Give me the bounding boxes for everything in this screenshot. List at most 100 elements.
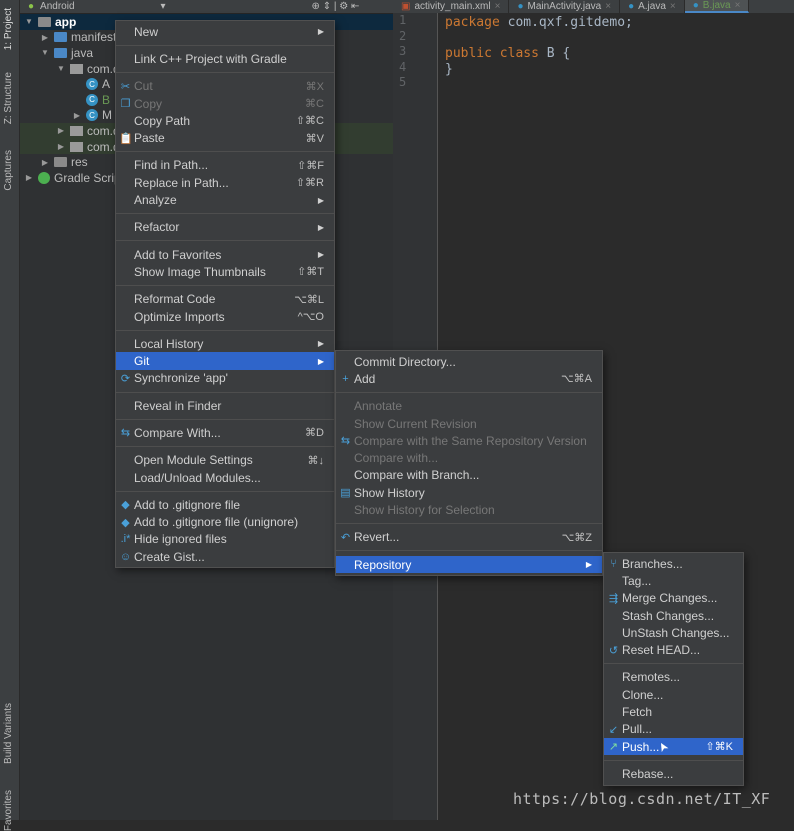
menu-item-replace-in-path[interactable]: Replace in Path... ⇧⌘R: [116, 174, 334, 191]
menu-item-stash-changes[interactable]: Stash Changes...: [604, 607, 743, 624]
collapsed-arrow-icon[interactable]: ▶: [40, 158, 50, 167]
menu-item-annotate[interactable]: Annotate: [336, 398, 602, 415]
menu-item-reset-head[interactable]: ↺ Reset HEAD...: [604, 641, 743, 658]
menu-item-link-c-project-with-gradle[interactable]: Link C++ Project with Gradle: [116, 50, 334, 67]
expanded-arrow-icon[interactable]: ▼: [56, 64, 66, 73]
folder-icon: [54, 32, 67, 43]
menu-item-clone[interactable]: Clone...: [604, 686, 743, 703]
hide-ignored-files-icon: .i*: [120, 533, 131, 546]
menu-item-rebase[interactable]: Rebase...: [604, 765, 743, 782]
menu-item-copy-path[interactable]: Copy Path ⇧⌘C: [116, 112, 334, 129]
tab-favorites[interactable]: Favorites: [3, 790, 14, 831]
menu-item-synchronize-app[interactable]: ⟳ Synchronize 'app': [116, 370, 334, 387]
menu-item-analyze[interactable]: Analyze ▶: [116, 191, 334, 208]
tool-window-strip: 1: Project Z: Structure Captures Build V…: [0, 0, 20, 831]
menu-item-label: Optimize Imports: [134, 309, 225, 324]
project-view-label: Android: [40, 1, 75, 12]
submenu-arrow-icon: ▶: [317, 27, 324, 37]
menu-item-tag[interactable]: Tag...: [604, 572, 743, 589]
menu-item-add-to-favorites[interactable]: Add to Favorites ▶: [116, 246, 334, 263]
menu-item-copy[interactable]: ❐ Copy ⌘C: [116, 95, 334, 112]
line-number: 1: [399, 13, 407, 27]
menu-item-label: Fetch: [622, 705, 653, 720]
menu-item-add-to-gitignore-file-unignore[interactable]: ◆ Add to .gitignore file (unignore): [116, 514, 334, 531]
shortcut: ⇧⌘F: [297, 159, 324, 172]
menu-item-open-module-settings[interactable]: Open Module Settings ⌘↓: [116, 452, 334, 469]
expanded-arrow-icon[interactable]: ▼: [40, 48, 50, 57]
menu-separator: [116, 414, 334, 424]
menu-item-fetch[interactable]: Fetch: [604, 703, 743, 720]
tab-build-variants[interactable]: Build Variants: [3, 703, 14, 764]
menu-item-label: Annotate: [354, 399, 403, 414]
tree-item-label: B: [102, 92, 111, 107]
show-history-icon: ▤: [340, 487, 351, 500]
class-icon: ●: [692, 0, 699, 11]
collapsed-arrow-icon[interactable]: ▶: [56, 126, 66, 135]
menu-item-push[interactable]: ↗ Push... ⇧⌘K: [604, 737, 743, 756]
menu-separator: [336, 388, 602, 398]
menu-item-show-current-revision[interactable]: Show Current Revision: [336, 415, 602, 432]
menu-item-label: Copy Path: [134, 113, 191, 128]
editor-tab[interactable]: ● A.java ×: [620, 0, 685, 13]
editor-tab[interactable]: ● B.java ×: [684, 0, 750, 13]
editor-tab[interactable]: ● MainActivity.java ×: [509, 0, 621, 13]
code-area[interactable]: package com.qxf.gitdemo; public class B …: [445, 15, 633, 77]
menu-item-label: Compare with...: [354, 451, 439, 466]
menu-item-compare-with-branch[interactable]: Compare with Branch...: [336, 467, 602, 484]
menu-item-hide-ignored-files[interactable]: .i* Hide ignored files: [116, 531, 334, 548]
menu-item-compare-with[interactable]: ⇆ Compare With... ⌘D: [116, 424, 334, 441]
editor-tab[interactable]: ▣ activity_main.xml ×: [393, 0, 510, 13]
menu-item-show-image-thumbnails[interactable]: Show Image Thumbnails ⇧⌘T: [116, 263, 334, 280]
menu-item-pull[interactable]: ↙ Pull...: [604, 721, 743, 738]
shortcut: ⇧⌘T: [297, 266, 324, 279]
submenu-arrow-icon: ▶: [317, 356, 324, 366]
close-icon[interactable]: ×: [670, 1, 676, 12]
menu-item-repository[interactable]: Repository ▶: [336, 555, 602, 574]
close-icon[interactable]: ×: [495, 1, 501, 12]
menu-item-git[interactable]: Git ▶: [116, 352, 334, 370]
menu-item-cut[interactable]: ✂ Cut ⌘X: [116, 78, 334, 95]
menu-item-refactor[interactable]: Refactor ▶: [116, 219, 334, 236]
menu-item-add[interactable]: + Add ⌥⌘A: [336, 370, 602, 387]
panel-settings-icon[interactable]: ⊕ ⇕ | ⚙ ⇤: [312, 1, 360, 12]
code-token: com.qxf.gitdemo;: [499, 15, 633, 30]
collapsed-arrow-icon[interactable]: ▶: [24, 173, 34, 182]
menu-item-paste[interactable]: 📋 Paste ⌘V: [116, 129, 334, 146]
menu-item-add-to-gitignore-file[interactable]: ◆ Add to .gitignore file: [116, 496, 334, 513]
tab-captures[interactable]: Captures: [3, 150, 14, 191]
menu-item-show-history[interactable]: ▤ Show History: [336, 484, 602, 501]
close-icon[interactable]: ×: [605, 1, 611, 12]
menu-item-unstash-changes[interactable]: UnStash Changes...: [604, 624, 743, 641]
menu-item-find-in-path[interactable]: Find in Path... ⇧⌘F: [116, 157, 334, 174]
collapsed-arrow-icon[interactable]: ▶: [40, 33, 50, 42]
menu-item-create-gist[interactable]: ☺ Create Gist...: [116, 548, 334, 565]
menu-item-commit-directory[interactable]: Commit Directory...: [336, 353, 602, 370]
menu-item-label: Show History for Selection: [354, 503, 495, 518]
menu-separator: [116, 281, 334, 291]
menu-item-new[interactable]: New ▶: [116, 23, 334, 40]
collapsed-arrow-icon[interactable]: ▶: [56, 142, 66, 151]
tab-structure[interactable]: Z: Structure: [3, 72, 14, 124]
revert-icon: ↶: [340, 531, 351, 544]
close-icon[interactable]: ×: [735, 0, 741, 11]
tab-project[interactable]: 1: Project: [3, 8, 14, 50]
menu-item-merge-changes[interactable]: ⇶ Merge Changes...: [604, 590, 743, 607]
menu-item-revert[interactable]: ↶ Revert... ⌥⌘Z: [336, 529, 602, 546]
menu-item-show-history-for-selection[interactable]: Show History for Selection: [336, 501, 602, 518]
collapsed-arrow-icon[interactable]: ▶: [72, 111, 82, 120]
project-view-selector[interactable]: ● Android ▾ ⊕ ⇕ | ⚙ ⇤: [20, 0, 393, 14]
menu-item-optimize-imports[interactable]: Optimize Imports ^⌥O: [116, 308, 334, 325]
menu-separator: [116, 147, 334, 157]
menu-item-compare-with[interactable]: Compare with...: [336, 449, 602, 466]
menu-item-local-history[interactable]: Local History ▶: [116, 335, 334, 352]
menu-item-reformat-code[interactable]: Reformat Code ⌥⌘L: [116, 291, 334, 308]
menu-separator: [116, 325, 334, 335]
expanded-arrow-icon[interactable]: ▼: [24, 17, 34, 26]
menu-item-branches[interactable]: ⑂ Branches...: [604, 555, 743, 572]
menu-item-label: Add to .gitignore file (unignore): [134, 515, 299, 530]
menu-item-remotes[interactable]: Remotes...: [604, 669, 743, 686]
menu-item-reveal-in-finder[interactable]: Reveal in Finder: [116, 397, 334, 414]
menu-item-load-unload-modules[interactable]: Load/Unload Modules...: [116, 469, 334, 486]
menu-item-compare-with-the-same-repository-version[interactable]: ⇆ Compare with the Same Repository Versio…: [336, 432, 602, 449]
menu-item-label: Show History: [354, 485, 425, 500]
